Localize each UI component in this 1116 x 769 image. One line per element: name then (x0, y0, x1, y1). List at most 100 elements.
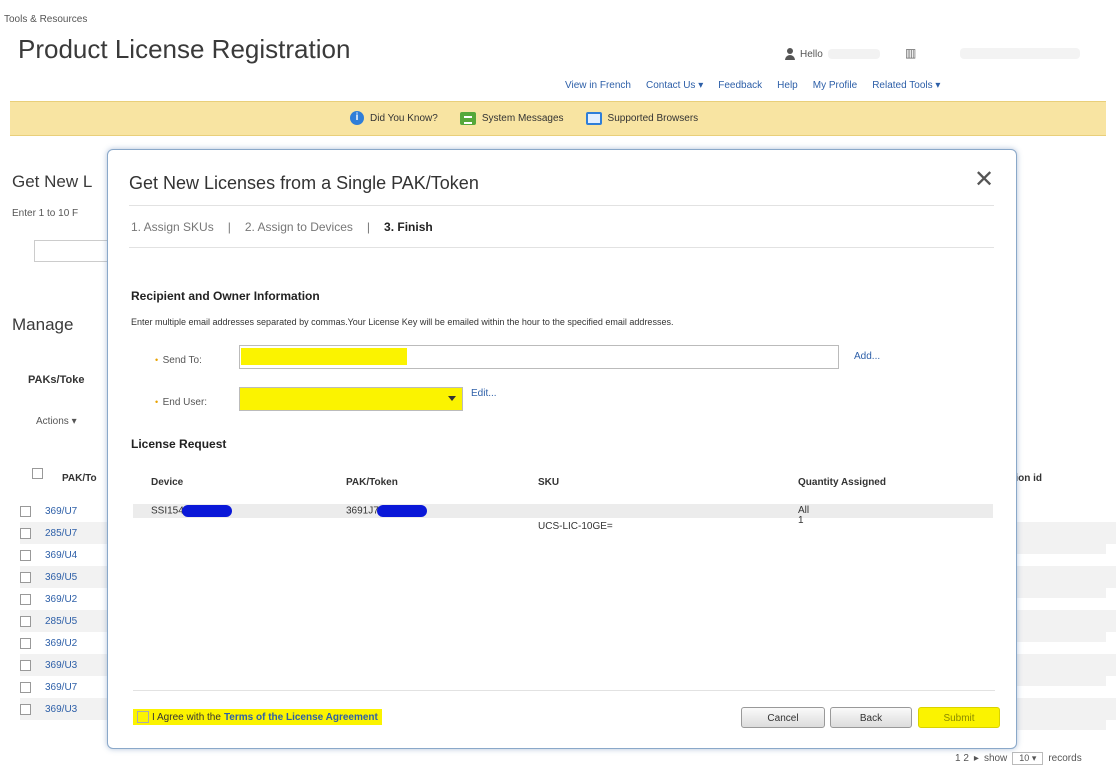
help-link[interactable]: Help (777, 80, 798, 91)
row-checkbox[interactable] (20, 505, 31, 517)
table-row (133, 504, 993, 518)
step-finish: 3. Finish (384, 220, 433, 234)
manage-heading: Manage (12, 315, 74, 334)
send-to-input[interactable] (239, 345, 839, 369)
next-page-arrow[interactable]: ▸ (974, 753, 979, 764)
top-nav: View in French Contact Us ▾ Feedback Hel… (565, 80, 940, 91)
did-you-know-label: Did You Know? (370, 112, 438, 124)
sku-column-header: SKU (538, 477, 560, 488)
get-new-heading: Get New L (12, 172, 93, 191)
dropdown-arrow-icon (448, 396, 456, 401)
required-marker: • (155, 397, 159, 407)
banner-items: i Did You Know? System Messages Supporte… (350, 111, 698, 125)
terms-link[interactable]: Terms of the License Agreement (224, 712, 378, 723)
redaction-mark (376, 505, 427, 517)
row-checkbox[interactable] (20, 703, 31, 715)
email-help-text: Enter multiple email addresses separated… (131, 317, 674, 327)
related-tools-link[interactable]: Related Tools ▾ (872, 80, 940, 91)
row-checkbox[interactable] (20, 593, 31, 605)
device-value: SSI154 (151, 505, 184, 517)
my-profile-link[interactable]: My Profile (813, 80, 857, 91)
row-checkbox[interactable] (20, 615, 31, 627)
cancel-button[interactable]: Cancel (741, 707, 825, 728)
row-checkbox[interactable] (20, 549, 31, 561)
browser-icon (585, 111, 602, 125)
pak-link[interactable]: 369/U2 (45, 594, 77, 605)
sku-cell: UCS-LIC-10GE= (538, 521, 613, 532)
required-marker: • (155, 355, 159, 365)
add-recipient-link[interactable]: Add... (854, 351, 880, 362)
end-user-label-group: • End User: (155, 392, 207, 410)
table-row[interactable]: 369/U7 (20, 500, 110, 522)
pak-link[interactable]: 369/U4 (45, 550, 77, 561)
paks-tokens-tab[interactable]: PAKs/Toke (28, 374, 84, 386)
page-title: Product License Registration (18, 34, 351, 64)
table-row[interactable]: 369/U2 (20, 632, 110, 654)
agree-checkbox[interactable] (137, 711, 149, 723)
supported-browsers-link[interactable]: Supported Browsers (585, 111, 699, 125)
view-in-french-link[interactable]: View in French (565, 80, 631, 91)
quantity-cell: All 1 (798, 506, 809, 526)
system-messages-label: System Messages (481, 112, 564, 124)
submit-button[interactable]: Submit (918, 707, 1000, 728)
did-you-know-link[interactable]: i Did You Know? (350, 111, 438, 125)
organization-icon: ▥ (905, 46, 917, 60)
table-row[interactable]: 369/U2 (20, 588, 110, 610)
end-user-label: End User: (162, 397, 208, 408)
end-user-select[interactable] (239, 387, 463, 411)
row-checkbox[interactable] (20, 637, 31, 649)
pak-table: 369/U7 285/U7 369/U4 369/U5 369/U2 285/U… (20, 500, 1116, 720)
license-agreement: I Agree with the Terms of the License Ag… (133, 709, 382, 725)
device-cell: SSI154 (151, 505, 232, 517)
pak-link[interactable]: 369/U3 (45, 704, 77, 715)
person-icon (785, 48, 795, 60)
actions-menu[interactable]: Actions ▾ (36, 416, 77, 427)
highlight-mark (241, 348, 407, 365)
agree-text: I Agree with the (152, 711, 221, 723)
pak-link[interactable]: 369/U7 (45, 506, 77, 517)
supported-browsers-label: Supported Browsers (607, 112, 699, 124)
send-to-label-group: • Send To: (155, 350, 202, 368)
table-row[interactable]: 369/U4 (20, 544, 110, 566)
modal-title: Get New Licenses from a Single PAK/Token (129, 173, 479, 193)
step-assign-devices[interactable]: 2. Assign to Devices (245, 220, 353, 234)
pak-cell: 3691J7 (346, 505, 427, 517)
page-numbers[interactable]: 1 2 (955, 753, 969, 764)
user-name (827, 49, 880, 59)
organization-name (960, 48, 1080, 59)
pak-link[interactable]: 369/U2 (45, 638, 77, 649)
divider (129, 247, 994, 248)
quantity-column-header: Quantity Assigned (798, 477, 886, 488)
row-checkbox[interactable] (20, 527, 31, 539)
wizard-steps: 1. Assign SKUs | 2. Assign to Devices | … (131, 220, 433, 234)
quantity-value: 1 (798, 515, 804, 526)
redaction-mark (181, 505, 232, 517)
pak-token-column-header: PAK/Token (346, 477, 398, 488)
system-messages-link[interactable]: System Messages (459, 111, 564, 125)
pak-link[interactable]: 369/U5 (45, 572, 77, 583)
pak-link[interactable]: 369/U3 (45, 660, 77, 671)
license-modal: Get New Licenses from a Single PAK/Token… (107, 149, 1017, 749)
row-checkbox[interactable] (20, 681, 31, 693)
device-column-header: Device (151, 477, 184, 488)
feedback-link[interactable]: Feedback (718, 80, 762, 91)
pak-link[interactable]: 285/U7 (45, 528, 77, 539)
back-button[interactable]: Back (830, 707, 912, 728)
select-all-checkbox[interactable] (32, 466, 43, 484)
divider (129, 205, 994, 206)
enter-instructions: Enter 1 to 10 F (12, 208, 79, 219)
pak-input[interactable] (34, 240, 116, 262)
row-checkbox[interactable] (20, 659, 31, 671)
close-icon[interactable]: ✕ (974, 168, 994, 192)
contact-us-link[interactable]: Contact Us ▾ (646, 80, 703, 91)
pagination: 1 2 ▸ show 10 ▾ records (955, 752, 1082, 765)
row-checkbox[interactable] (20, 571, 31, 583)
breadcrumb[interactable]: Tools & Resources (4, 14, 87, 25)
edit-end-user-link[interactable]: Edit... (471, 388, 497, 399)
table-row[interactable]: 369/U7 (20, 676, 110, 698)
pak-link[interactable]: 285/U5 (45, 616, 77, 627)
step-assign-skus[interactable]: 1. Assign SKUs (131, 220, 214, 234)
records-per-page-select[interactable]: 10 ▾ (1012, 752, 1044, 765)
pak-link[interactable]: 369/U7 (45, 682, 77, 693)
hello-label: Hello (800, 48, 823, 60)
